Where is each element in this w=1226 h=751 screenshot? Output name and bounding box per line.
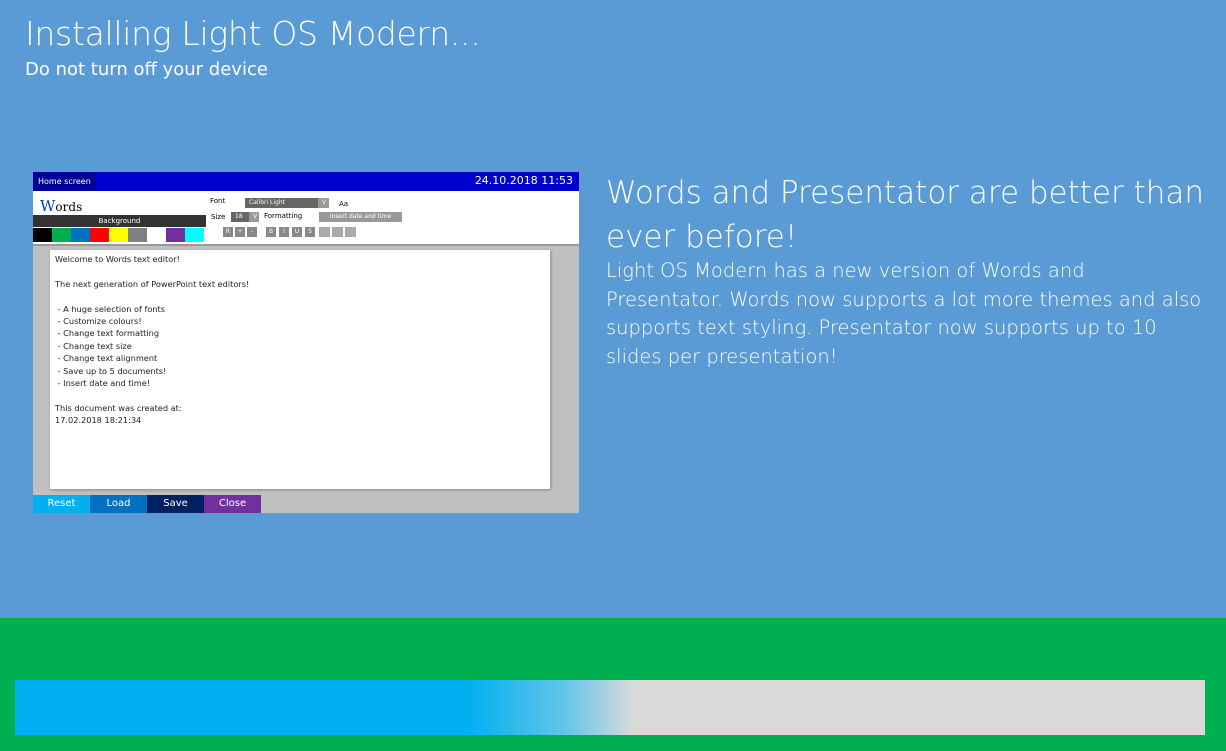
document-line: This document was created at: bbox=[55, 402, 182, 413]
save-button: Save bbox=[147, 495, 204, 513]
install-title: Installing Light OS Modern... bbox=[25, 14, 481, 53]
size-decrease-button: - bbox=[247, 227, 257, 237]
install-progress-bar bbox=[15, 680, 1205, 735]
preview-title-bar: Home screen 24.10.2018 11:53 bbox=[33, 172, 579, 191]
size-reset-button: R bbox=[223, 227, 233, 237]
preview-button-bar: Reset Load Save Close bbox=[33, 495, 261, 513]
color-swatch bbox=[109, 228, 128, 242]
bold-button: B bbox=[266, 227, 276, 237]
color-swatch bbox=[128, 228, 147, 242]
color-swatch bbox=[90, 228, 109, 242]
size-select: 18 bbox=[231, 212, 249, 222]
document-line: - Save up to 5 documents! bbox=[55, 365, 167, 376]
font-select: Calibri Light bbox=[245, 198, 320, 208]
color-swatch bbox=[71, 228, 90, 242]
size-label: Size bbox=[211, 213, 226, 221]
color-swatch bbox=[33, 228, 52, 242]
document-line: - Change text size bbox=[55, 340, 132, 351]
preview-clock: 24.10.2018 11:53 bbox=[474, 174, 573, 187]
document-line: The next generation of PowerPoint text e… bbox=[55, 278, 250, 289]
color-swatch bbox=[147, 228, 166, 242]
words-logo: Words bbox=[40, 197, 82, 215]
document-line: - Change text formatting bbox=[55, 328, 160, 339]
color-swatches bbox=[33, 228, 204, 242]
feature-headline: Words and Presentator are better than ev… bbox=[606, 175, 1205, 255]
words-logo-rest: ords bbox=[55, 200, 83, 214]
underline-button: U bbox=[292, 227, 302, 237]
font-sample: Aa bbox=[339, 200, 349, 208]
close-button: Close bbox=[204, 495, 261, 513]
color-swatch bbox=[166, 228, 185, 242]
insert-date-button: Insert date and time bbox=[319, 212, 402, 222]
background-label: Background bbox=[33, 215, 206, 227]
strikethrough-button: S bbox=[305, 227, 315, 237]
size-dropdown-icon: V bbox=[249, 212, 259, 222]
align-right-icon bbox=[345, 227, 356, 237]
size-increase-button: + bbox=[235, 227, 245, 237]
font-dropdown-icon: V bbox=[318, 198, 329, 208]
words-app-preview: Home screen 24.10.2018 11:53 Words Backg… bbox=[33, 172, 579, 513]
document-page: Welcome to Words text editor! The next ge… bbox=[50, 250, 550, 489]
document-line: - Insert date and time! bbox=[55, 377, 151, 388]
document-line: - Customize colours! bbox=[55, 315, 142, 326]
load-button: Load bbox=[90, 495, 147, 513]
preview-ribbon: Words Background Font Calibri Light V Aa… bbox=[33, 191, 579, 246]
formatting-label: Formatting bbox=[264, 212, 303, 220]
reset-button: Reset bbox=[33, 495, 90, 513]
document-line: - A huge selection of fonts bbox=[55, 303, 166, 314]
feature-description: Light OS Modern has a new version of Wor… bbox=[606, 259, 1202, 368]
color-swatch bbox=[52, 228, 71, 242]
font-label: Font bbox=[210, 197, 226, 205]
color-swatch bbox=[185, 228, 204, 242]
align-left-icon bbox=[319, 227, 330, 237]
install-subtitle: Do not turn off your device bbox=[25, 59, 268, 80]
document-line: Welcome to Words text editor! bbox=[55, 254, 180, 264]
document-line: 17.02.2018 18:21:34 bbox=[55, 415, 142, 426]
italic-button: I bbox=[279, 227, 289, 237]
document-line: - Change text alignment bbox=[55, 353, 158, 364]
preview-home-label: Home screen bbox=[33, 172, 96, 191]
words-logo-initial: W bbox=[40, 197, 56, 215]
align-center-icon bbox=[332, 227, 343, 237]
